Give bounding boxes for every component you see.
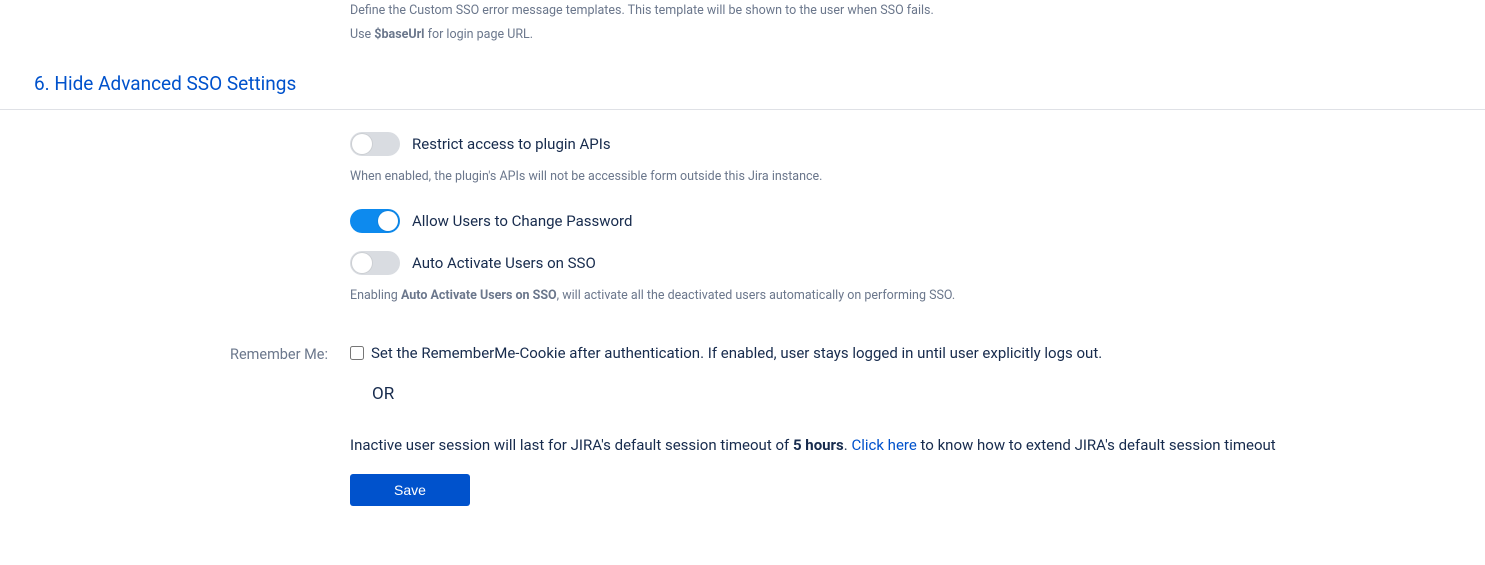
restrict-api-toggle[interactable]: [350, 132, 400, 156]
session-extend-link[interactable]: Click here: [851, 436, 916, 454]
remember-me-label: Remember Me:: [0, 344, 350, 363]
toggle-knob: [352, 134, 372, 154]
toggle-knob: [378, 211, 398, 231]
advanced-settings-toggle-link[interactable]: 6. Hide Advanced SSO Settings: [0, 72, 1485, 99]
sso-error-help-line1: Define the Custom SSO error message temp…: [350, 0, 1485, 21]
change-password-row: Allow Users to Change Password: [350, 209, 1485, 233]
auto-activate-help-bold: Auto Activate Users on SSO: [401, 288, 557, 303]
sso-error-help-line2-prefix: Use: [350, 27, 374, 42]
sso-error-help-line2-bold: $baseUrl: [374, 27, 424, 42]
remember-me-checkbox-text: Set the RememberMe-Cookie after authenti…: [371, 344, 1102, 362]
auto-activate-toggle[interactable]: [350, 251, 400, 275]
auto-activate-row: Auto Activate Users on SSO: [350, 251, 1485, 275]
toggle-knob: [352, 253, 372, 273]
session-timeout-text: Inactive user session will last for JIRA…: [350, 436, 1485, 454]
remember-me-checkbox-row[interactable]: Set the RememberMe-Cookie after authenti…: [350, 344, 1485, 362]
auto-activate-label: Auto Activate Users on SSO: [412, 254, 596, 272]
session-suffix: to know how to extend JIRA's default ses…: [917, 436, 1276, 454]
remember-me-checkbox[interactable]: [350, 346, 364, 360]
sso-error-help-line2: Use $baseUrl for login page URL.: [350, 24, 1485, 45]
auto-activate-help-prefix: Enabling: [350, 288, 401, 303]
restrict-api-label: Restrict access to plugin APIs: [412, 135, 611, 153]
change-password-toggle[interactable]: [350, 209, 400, 233]
sso-error-help-line2-suffix: for login page URL.: [425, 27, 534, 42]
session-bold: 5 hours: [793, 436, 844, 454]
remember-me-or: OR: [372, 384, 1485, 404]
remember-me-row: Remember Me: Set the RememberMe-Cookie a…: [0, 344, 1485, 404]
session-prefix: Inactive user session will last for JIRA…: [350, 436, 793, 454]
save-button[interactable]: Save: [350, 474, 470, 506]
advanced-settings-section-header: 6. Hide Advanced SSO Settings: [0, 72, 1485, 110]
auto-activate-help-suffix: , will activate all the deactivated user…: [557, 288, 956, 303]
restrict-api-help: When enabled, the plugin's APIs will not…: [350, 166, 1485, 187]
change-password-label: Allow Users to Change Password: [412, 212, 632, 230]
auto-activate-help: Enabling Auto Activate Users on SSO, wil…: [350, 285, 1485, 306]
restrict-api-row: Restrict access to plugin APIs: [350, 132, 1485, 156]
